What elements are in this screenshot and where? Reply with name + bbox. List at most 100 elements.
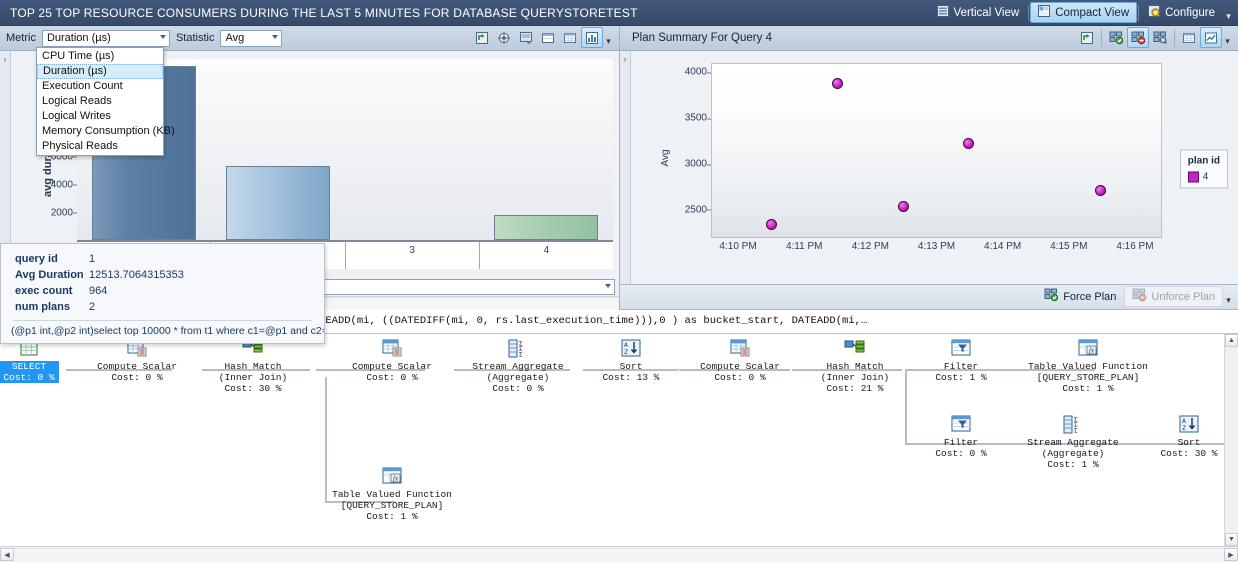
scroll-up-arrow-icon[interactable]: ▲ — [1225, 333, 1238, 347]
refresh-icon[interactable] — [1076, 27, 1098, 48]
plan-node-name: Sort — [1177, 436, 1201, 448]
metric-dropdown-list[interactable]: CPU Time (µs) Duration (µs) Execution Coun… — [36, 47, 175, 156]
execution-plan-canvas: SELECT Cost: 0 % Compute Scalar Cost: 0 % Ha… — [0, 334, 1238, 547]
bar-chart-icon[interactable] — [581, 27, 603, 48]
metric-option[interactable]: Execution Count — [37, 79, 163, 94]
bar-chart-column[interactable] — [211, 59, 345, 240]
statistic-select[interactable]: Avg — [220, 29, 283, 47]
bar[interactable] — [225, 165, 331, 240]
metric-option[interactable]: Logical Writes — [37, 109, 163, 124]
scatter-point[interactable] — [831, 77, 843, 89]
metric-option[interactable]: CPU Time (µs) — [37, 49, 163, 64]
plan-node-cost: Cost: 0 % — [935, 447, 987, 459]
tooltip-row: num plans 2 — [1, 299, 324, 315]
metric-option[interactable]: Logical Reads — [37, 94, 163, 109]
plan-node-cost: Cost: 0 % — [492, 382, 544, 394]
bar[interactable] — [493, 215, 599, 240]
vertical-view-button[interactable]: Vertical View — [929, 2, 1028, 23]
plan-node-cs1[interactable]: Compute Scalar Cost: 0 % — [72, 339, 202, 383]
right-toolbar-overflow-icon[interactable]: ▾ — [1222, 27, 1233, 48]
legend-entry-label: 4 — [1202, 171, 1209, 183]
plan-node-cs2[interactable]: Compute Scalar Cost: 0 % — [327, 339, 457, 383]
force-plan-button[interactable]: Force Plan — [1036, 286, 1124, 307]
unforce-plan-icon[interactable] — [1127, 27, 1149, 48]
toolbar-overflow-icon[interactable]: ▾ — [1223, 2, 1234, 23]
configure-label: Configure — [1165, 6, 1215, 19]
grid-with-details-icon[interactable] — [537, 27, 559, 48]
plan-node-cost: Cost: 30 % — [224, 382, 282, 394]
plan-node-sa2[interactable]: Σ Σ Σ Stream Aggregate (Aggregate) Cost: 1 % — [1008, 415, 1138, 470]
metric-option[interactable]: Physical Reads — [37, 139, 163, 154]
refresh-icon[interactable] — [471, 27, 493, 48]
grid-icon[interactable] — [559, 27, 581, 48]
right-pane-icon-toolbar: ▾ — [1076, 27, 1233, 48]
legend-title: plan id — [1187, 155, 1220, 167]
bar-chart-column[interactable] — [345, 59, 479, 240]
sort-icon: AZ — [620, 339, 642, 359]
metric-option[interactable]: Memory Consumption (KB) — [37, 124, 175, 139]
scroll-left-arrow-icon[interactable]: ◀ — [0, 548, 14, 561]
scatter-y-tick: 2500 — [684, 204, 712, 216]
compare-plans-icon[interactable] — [1149, 27, 1171, 48]
plan-scatter-chart[interactable]: Avg 2500 3000 3500 4000 4:10 PM 4:11 PM 4:12 … — [631, 51, 1238, 284]
plan-horizontal-scrollbar[interactable]: ◀ ▶ — [0, 546, 1238, 562]
force-plan-icon[interactable] — [1105, 27, 1127, 48]
plan-node-f2[interactable]: Filter Cost: 0 % — [896, 415, 1026, 459]
toolbar-divider — [1138, 4, 1140, 21]
force-plan-icon — [1044, 288, 1059, 305]
plan-summary-pane: Plan Summary For Query 4 ▾ › Avg 2500 30… — [620, 26, 1238, 310]
scatter-point[interactable] — [765, 218, 777, 230]
bar-chart-column[interactable] — [479, 59, 613, 240]
compact-view-button[interactable]: Compact View — [1030, 2, 1138, 23]
plan-node-cost: Cost: 0 % — [366, 371, 418, 383]
tooltip-row: exec count 964 — [1, 283, 324, 299]
legend-entry[interactable]: 4 — [1187, 171, 1220, 183]
stream-aggregate-icon: ΣΣΣ — [507, 339, 529, 359]
execution-plan-area[interactable]: SELECT Cost: 0 % Compute Scalar Cost: 0 % Ha… — [0, 333, 1238, 547]
plan-node-tvf1[interactable]: fx Table Valued Function [QUERY_STORE_PLAN… — [1023, 339, 1153, 394]
plan-node-f1[interactable]: Filter Cost: 1 % — [896, 339, 1026, 383]
scatter-point[interactable] — [1095, 185, 1107, 197]
scatter-point[interactable] — [963, 138, 975, 150]
plan-node-tvf2[interactable]: fx Table Valued Function [QUERY_STORE_PLAN… — [327, 467, 457, 522]
plan-node-cost: Cost: 0 % — [111, 371, 163, 383]
target-track-icon[interactable] — [493, 27, 515, 48]
plan-node-sort2[interactable]: A Z Sort Cost: 30 % — [1124, 415, 1238, 459]
plan-node-sa1[interactable]: Σ Σ Σ Stream Aggregate (Aggregate) Cost: 0 % — [453, 339, 583, 394]
scatter-x-tick: 4:14 PM — [984, 240, 1022, 252]
chevron-down-icon — [272, 34, 279, 39]
metric-option[interactable]: Duration (µs) — [37, 64, 163, 79]
unforce-plan-button[interactable]: Unforce Plan — [1124, 286, 1223, 307]
bar-chart-x-tick: 3 — [344, 241, 479, 269]
vertical-view-icon — [936, 5, 949, 20]
plan-summary-title: Plan Summary For Query 4 — [632, 32, 772, 44]
plan-node-name: Stream Aggregate — [1027, 436, 1119, 448]
scatter-point[interactable] — [897, 201, 909, 213]
plan-node-subtitle: (Inner Join) — [218, 371, 288, 383]
plan-node-name: SELECT — [11, 360, 47, 372]
scroll-track[interactable] — [14, 548, 1224, 561]
plan-vertical-scrollbar[interactable]: ▲ ▼ — [1224, 333, 1238, 546]
right-pane-expander[interactable]: › — [620, 51, 631, 284]
scroll-down-arrow-icon[interactable]: ▼ — [1225, 533, 1238, 546]
metric-select[interactable]: Duration (µs) — [41, 29, 170, 47]
grid-icon[interactable] — [1178, 27, 1200, 48]
bar-chart-y-tick: 2000 — [50, 207, 78, 219]
plan-chart-icon[interactable] — [1200, 27, 1222, 48]
left-toolbar-overflow-icon[interactable]: ▾ — [603, 27, 614, 48]
hash-match-icon — [844, 339, 866, 359]
plan-node-name: Compute Scalar — [97, 360, 177, 372]
chevron-down-icon — [159, 34, 166, 39]
tooltip-row-value: 1 — [89, 253, 96, 265]
statistic-select-value: Avg — [225, 32, 245, 44]
plan-node-hm1[interactable]: Hash Match (Inner Join) Cost: 30 % — [188, 339, 318, 394]
scatter-x-tick: 4:16 PM — [1116, 240, 1154, 252]
plan-node-cs3[interactable]: Compute Scalar Cost: 0 % — [675, 339, 805, 383]
configure-button[interactable]: Configure — [1140, 2, 1223, 23]
view-query-text-icon[interactable] — [515, 27, 537, 48]
metric-select-value: Duration (µs) — [46, 32, 111, 44]
force-bar-overflow-icon[interactable]: ▾ — [1223, 286, 1234, 307]
scroll-right-arrow-icon[interactable]: ▶ — [1224, 548, 1238, 561]
compute-scalar-icon — [381, 339, 403, 359]
plan-node-name: Compute Scalar — [700, 360, 780, 372]
